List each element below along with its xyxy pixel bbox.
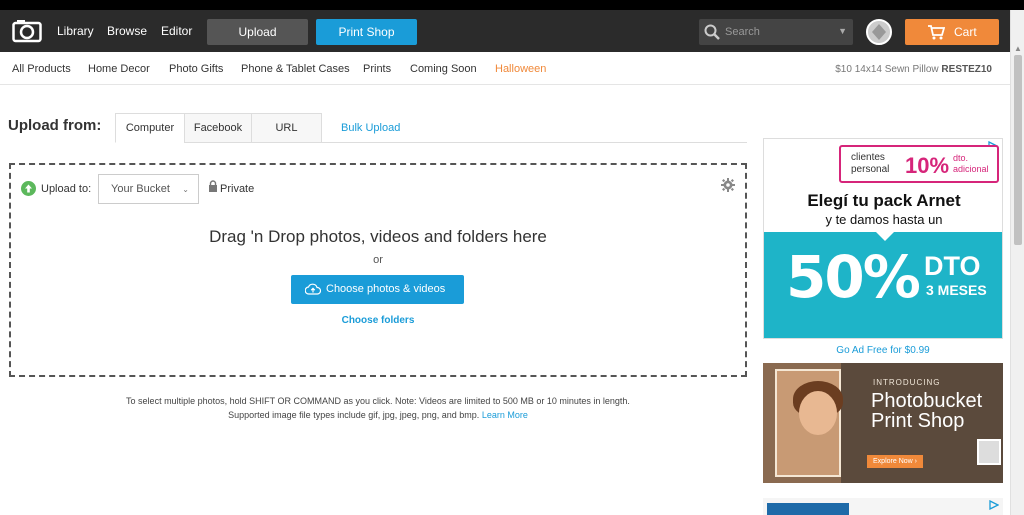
ad-brand-line-2: Print Shop bbox=[871, 410, 965, 432]
note-line-2-text: Supported image file types include gif, … bbox=[228, 410, 480, 420]
explore-now-button[interactable]: Explore Now › bbox=[867, 455, 923, 468]
choose-photos-label: Choose photos & videos bbox=[326, 283, 446, 295]
promo-code: RESTEZ10 bbox=[941, 64, 992, 75]
top-strip bbox=[0, 0, 1024, 10]
drop-zone[interactable]: Upload to: Your Bucket ⌄ Private Drag 'n… bbox=[9, 163, 747, 377]
cloud-upload-icon bbox=[305, 283, 321, 295]
print-shop-button[interactable]: Print Shop bbox=[316, 19, 417, 45]
cart-label: Cart bbox=[954, 25, 977, 39]
category-phone-cases[interactable]: Phone & Tablet Cases bbox=[241, 63, 350, 75]
upload-from-heading: Upload from: bbox=[8, 117, 102, 134]
photobucket-logo-icon[interactable] bbox=[12, 19, 42, 43]
upload-note: To select multiple photos, hold SHIFT OR… bbox=[9, 394, 747, 422]
adchoices-icon[interactable] bbox=[989, 500, 999, 510]
category-photo-gifts[interactable]: Photo Gifts bbox=[169, 63, 223, 75]
or-label: or bbox=[373, 254, 383, 266]
tab-facebook[interactable]: Facebook bbox=[184, 113, 252, 143]
promo-text[interactable]: $10 14x14 Sewn Pillow RESTEZ10 bbox=[835, 64, 992, 75]
search-icon[interactable] bbox=[704, 24, 720, 40]
category-coming-soon[interactable]: Coming Soon bbox=[410, 63, 477, 75]
ad-introducing: INTRODUCING bbox=[873, 378, 941, 387]
ad-badge-text: clientes personal bbox=[851, 152, 890, 175]
avatar[interactable] bbox=[866, 19, 892, 45]
ad-brand-line-1: Photobucket bbox=[871, 390, 983, 412]
chevron-down-icon: ⌄ bbox=[182, 185, 189, 194]
ad-badge-extra: dto. adicional bbox=[953, 153, 989, 174]
ad-headline: Elegí tu pack Arnet bbox=[807, 191, 961, 210]
ad-dto: DTO bbox=[924, 251, 981, 281]
arnet-ad[interactable]: clientes personal 10% dto. adicional Ele… bbox=[763, 138, 1003, 339]
bucket-value: Your Bucket bbox=[111, 183, 170, 195]
scroll-up-icon[interactable]: ▲ bbox=[1014, 44, 1022, 53]
cart-button[interactable]: Cart bbox=[905, 19, 999, 45]
page-scrollbar[interactable]: ▲ bbox=[1010, 10, 1024, 515]
nav-library[interactable]: Library bbox=[57, 24, 94, 38]
category-prints[interactable]: Prints bbox=[363, 63, 391, 75]
cart-icon bbox=[928, 25, 945, 40]
choose-photos-button[interactable]: Choose photos & videos bbox=[291, 275, 464, 304]
gear-icon[interactable] bbox=[721, 178, 735, 192]
note-line-2: Supported image file types include gif, … bbox=[9, 408, 747, 422]
upload-to-label: Upload to: bbox=[41, 183, 92, 195]
scrollbar-thumb[interactable] bbox=[1014, 55, 1022, 245]
category-all-products[interactable]: All Products bbox=[12, 63, 71, 75]
category-home-decor[interactable]: Home Decor bbox=[88, 63, 150, 75]
bucket-select[interactable]: Your Bucket ⌄ bbox=[98, 174, 199, 204]
privacy-label[interactable]: Private bbox=[220, 183, 254, 195]
note-line-1: To select multiple photos, hold SHIFT OR… bbox=[126, 396, 630, 406]
ad-notch bbox=[876, 232, 894, 241]
ad-photo-face bbox=[799, 391, 837, 435]
ad-subheadline: y te damos hasta un bbox=[825, 212, 943, 227]
ad-badge-percent: 10% bbox=[905, 153, 950, 178]
category-bar: All Products Home Decor Photo Gifts Phon… bbox=[0, 52, 1010, 85]
ad-small-photo bbox=[977, 439, 1001, 465]
ad-brand: Photobucket Print Shop bbox=[871, 391, 982, 431]
bottom-ad-banner bbox=[767, 503, 849, 515]
drag-drop-title: Drag 'n Drop photos, videos and folders … bbox=[209, 227, 547, 246]
choose-folders-link[interactable]: Choose folders bbox=[11, 315, 745, 326]
learn-more-link[interactable]: Learn More bbox=[482, 410, 528, 420]
nav-editor[interactable]: Editor bbox=[161, 24, 192, 38]
ad-photo-frame bbox=[775, 369, 843, 477]
ad-percent: 50% bbox=[786, 243, 921, 311]
bottom-ad[interactable] bbox=[763, 498, 1003, 515]
ad-meses: 3 MESES bbox=[926, 282, 987, 298]
bulk-upload-link[interactable]: Bulk Upload bbox=[341, 122, 400, 134]
user-avatar-icon bbox=[868, 21, 890, 43]
nav-browse[interactable]: Browse bbox=[107, 24, 147, 38]
lock-icon[interactable] bbox=[208, 180, 218, 192]
top-navbar: Library Browse Editor Upload Print Shop … bbox=[0, 10, 1010, 52]
print-shop-ad[interactable]: INTRODUCING Photobucket Print Shop Explo… bbox=[763, 363, 1003, 483]
chevron-down-icon[interactable]: ▼ bbox=[838, 26, 847, 36]
go-ad-free-link[interactable]: Go Ad Free for $0.99 bbox=[763, 345, 1003, 356]
search-box: ▼ bbox=[699, 19, 853, 45]
ad-badge: clientes personal 10% dto. adicional bbox=[839, 145, 999, 183]
tab-computer[interactable]: Computer bbox=[115, 113, 185, 143]
promo-label: $10 14x14 Sewn Pillow bbox=[835, 64, 939, 75]
upload-button[interactable]: Upload bbox=[207, 19, 308, 45]
upload-arrow-icon bbox=[21, 181, 36, 196]
tab-url[interactable]: URL bbox=[251, 113, 322, 143]
search-input[interactable] bbox=[725, 22, 833, 42]
category-halloween[interactable]: Halloween bbox=[495, 63, 546, 75]
